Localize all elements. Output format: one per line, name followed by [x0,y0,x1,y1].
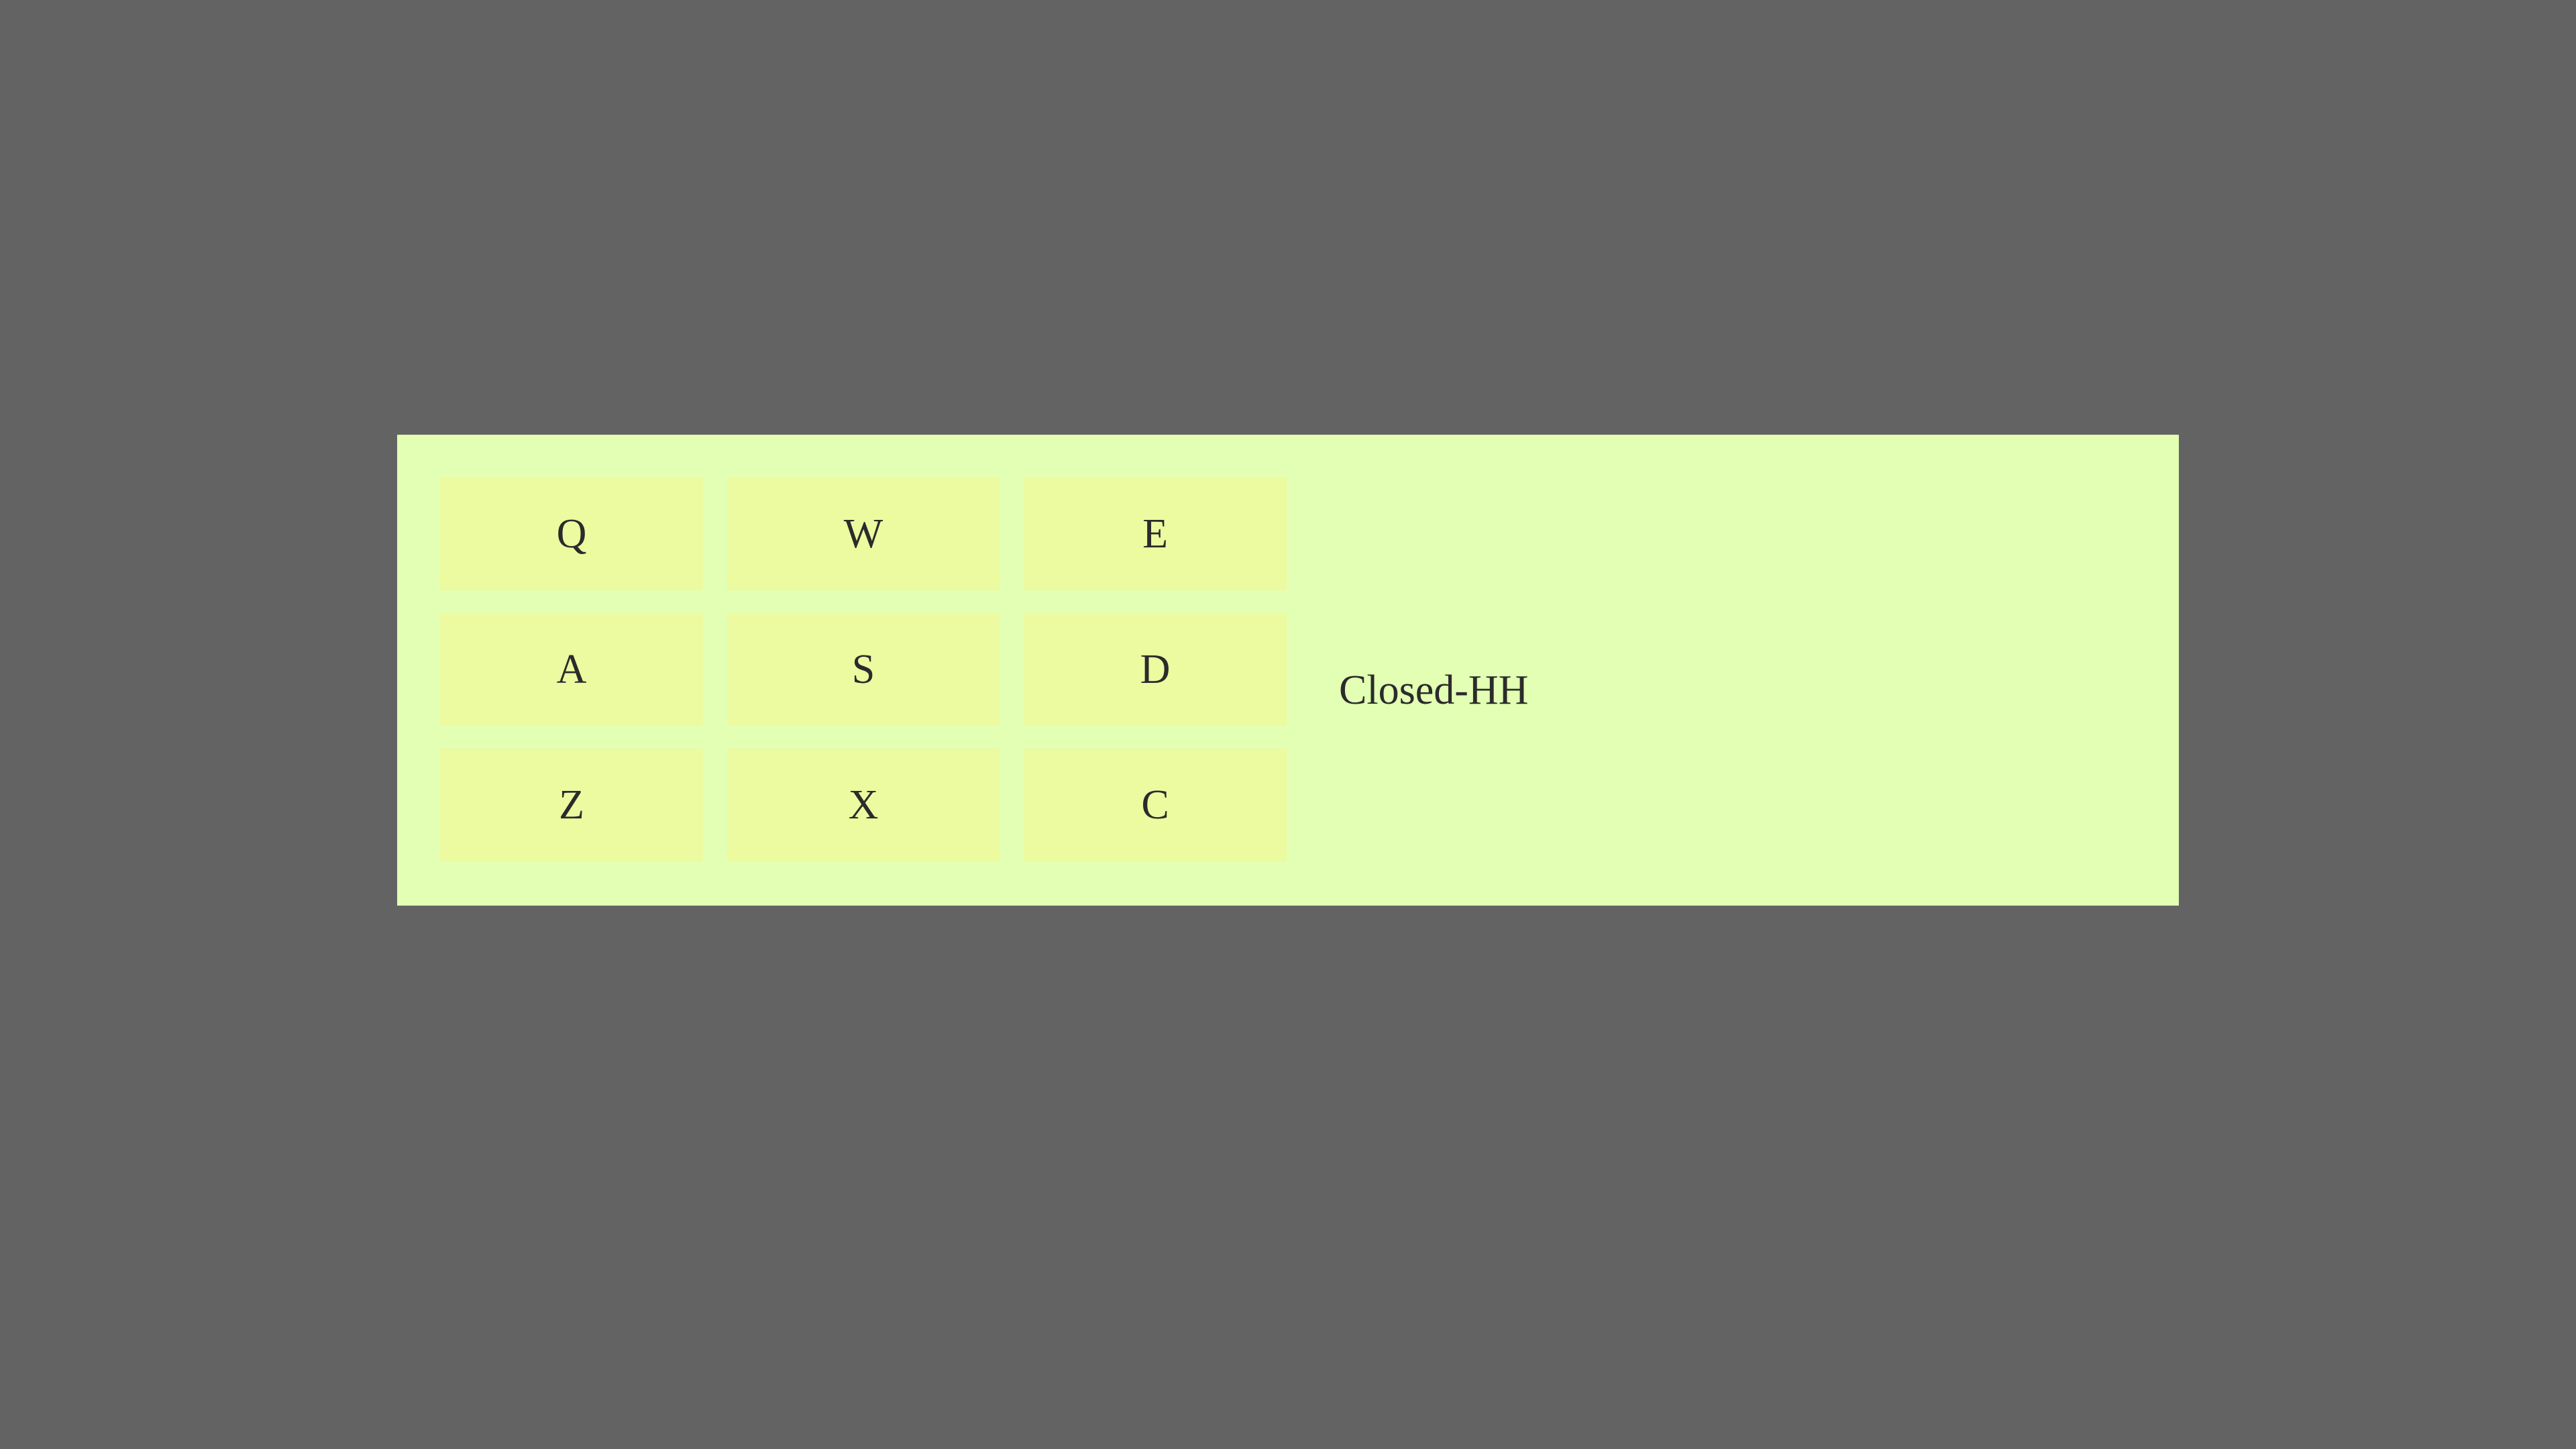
status-area: Closed-HH [1309,435,2179,906]
keypad: Q W E A S D Z X C [440,478,1287,861]
key-z[interactable]: Z [440,749,703,861]
key-a[interactable]: A [440,613,703,726]
status-text: Closed-HH [1339,667,1529,713]
key-e[interactable]: E [1024,478,1287,590]
key-q[interactable]: Q [440,478,703,590]
key-s[interactable]: S [727,613,1000,726]
key-d[interactable]: D [1024,613,1287,726]
key-w[interactable]: W [727,478,1000,590]
control-panel: Q W E A S D Z X C Closed-HH [397,435,2179,906]
key-c[interactable]: C [1024,749,1287,861]
key-x[interactable]: X [727,749,1000,861]
